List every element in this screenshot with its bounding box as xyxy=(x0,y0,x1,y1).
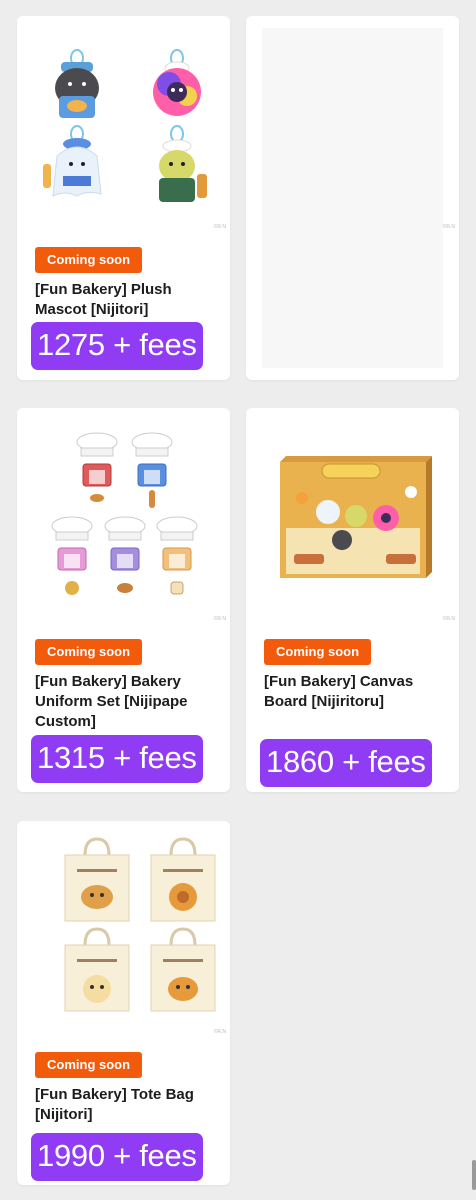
status-badge: Coming soon xyxy=(35,1052,143,1078)
product-price: 1315 + fees xyxy=(31,735,203,783)
product-image-tote-bag[interactable]: ©R.N xyxy=(17,821,230,1051)
watermark: ©R.N xyxy=(213,224,226,230)
status-badge: Coming soon xyxy=(35,639,143,665)
product-image-uniform-set[interactable]: ©R.N xyxy=(17,408,230,638)
watermark: ©R.N xyxy=(442,616,455,622)
product-price: 1990 + fees xyxy=(31,1133,203,1181)
product-card-placeholder[interactable]: ©R.N xyxy=(246,16,459,380)
product-grid: ©R.N Coming soon [Fun Bakery] Plush Masc… xyxy=(0,0,476,1200)
watermark: ©R.N xyxy=(442,224,455,230)
status-badge: Coming soon xyxy=(35,247,143,273)
product-card-canvas-board[interactable]: ©R.N Coming soon [Fun Bakery] Canvas Boa… xyxy=(246,408,459,792)
product-title[interactable]: [Fun Bakery] Canvas Board [Nijiritoru] xyxy=(264,672,449,712)
product-image-plush-mascot[interactable]: ©R.N xyxy=(17,16,230,246)
watermark: ©R.N xyxy=(213,1029,226,1035)
image-placeholder xyxy=(262,28,443,368)
product-card-plush-mascot[interactable]: ©R.N Coming soon [Fun Bakery] Plush Masc… xyxy=(17,16,230,380)
product-card-tote-bag[interactable]: ©R.N Coming soon [Fun Bakery] Tote Bag [… xyxy=(17,821,230,1185)
product-price: 1275 + fees xyxy=(31,322,203,370)
product-title[interactable]: [Fun Bakery] Plush Mascot [Nijitori] xyxy=(35,280,220,320)
watermark: ©R.N xyxy=(213,616,226,622)
product-card-uniform-set[interactable]: ©R.N Coming soon [Fun Bakery] Bakery Uni… xyxy=(17,408,230,792)
product-title[interactable]: [Fun Bakery] Bakery Uniform Set [Nijipap… xyxy=(35,672,220,732)
product-image-canvas-board[interactable]: ©R.N xyxy=(246,408,459,638)
status-badge: Coming soon xyxy=(264,639,372,665)
product-price: 1860 + fees xyxy=(260,739,432,787)
scrollbar[interactable] xyxy=(472,1160,476,1190)
product-title[interactable]: [Fun Bakery] Tote Bag [Nijitori] xyxy=(35,1085,220,1125)
